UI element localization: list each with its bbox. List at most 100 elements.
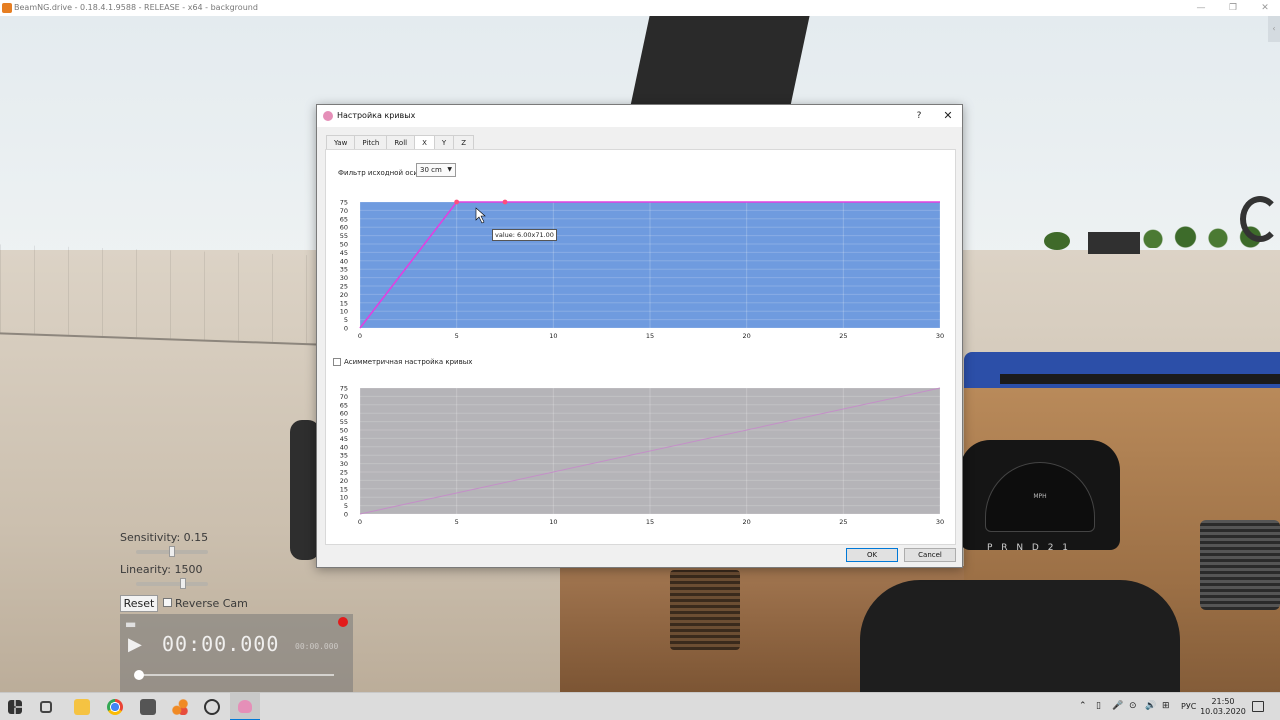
y-tick-label: 75 (340, 199, 348, 207)
linearity-slider-knob[interactable] (180, 578, 186, 589)
y-tick-label: 65 (340, 215, 348, 223)
battery-icon[interactable]: ▯ (1096, 701, 1101, 711)
replay-timeline[interactable] (138, 674, 334, 676)
game-window-title: BeamNG.drive - 0.18.4.1.9588 - RELEASE -… (14, 3, 258, 12)
app-icon-5[interactable] (172, 699, 188, 715)
control-point (454, 199, 460, 205)
location-icon[interactable]: ⊙ (1129, 701, 1137, 711)
y-tick-label: 35 (340, 452, 348, 460)
opentrack-icon (238, 700, 252, 713)
y-tick-label: 0 (344, 325, 348, 333)
app-icon-4[interactable] (140, 699, 156, 715)
opentrack-app-icon[interactable] (230, 693, 260, 720)
app-icon (323, 111, 333, 121)
y-tick-label: 0 (344, 511, 348, 519)
windows-start-icon[interactable] (8, 700, 22, 714)
taskbar: ⌃ ▯ 🎤 ⊙ 🔊 ⊞ РУС 21:50 10.03.2020 (0, 692, 1280, 720)
sensitivity-slider-knob[interactable] (169, 546, 175, 557)
y-tick-label: 35 (340, 266, 348, 274)
volume-icon[interactable]: 🔊 (1145, 701, 1156, 711)
windshield-pillar (630, 16, 810, 106)
y-tick-label: 15 (340, 485, 348, 493)
chrome-icon[interactable] (107, 699, 123, 715)
y-tick-label: 75 (340, 385, 348, 393)
replay-widget: ▬ ▶ 00:00.000 00:00.000 (120, 614, 353, 694)
replay-timeline-knob[interactable] (134, 670, 144, 680)
y-tick-label: 25 (340, 283, 348, 291)
main-curve-chart[interactable]: 0510152025303540455055606570750 5 10 15 20 25… (326, 194, 957, 344)
microphone-icon[interactable]: 🎤 (1112, 701, 1123, 711)
language-indicator[interactable]: РУС (1181, 702, 1196, 711)
tab-y[interactable]: Y (433, 135, 455, 150)
reset-button[interactable]: Reset (120, 595, 158, 612)
task-view-icon[interactable] (40, 701, 52, 713)
reverse-cam-label: Reverse Cam (175, 597, 248, 610)
tab-pitch[interactable]: Pitch (354, 135, 388, 150)
air-vent (1200, 520, 1280, 610)
tab-roll[interactable]: Roll (386, 135, 416, 150)
reverse-cam-checkbox[interactable] (163, 598, 172, 607)
cancel-button[interactable]: Cancel (904, 548, 956, 562)
y-tick-label: 20 (340, 291, 348, 299)
network-icon[interactable]: ⊞ (1162, 701, 1170, 711)
replay-time: 00:00.000 (162, 632, 280, 656)
asymmetric-checkbox[interactable] (333, 358, 341, 366)
clock[interactable]: 21:50 10.03.2020 (1200, 697, 1246, 717)
x-tick-label: 0 (358, 332, 362, 340)
ok-button[interactable]: OK (846, 548, 898, 562)
replay-total-time: 00:00.000 (295, 642, 339, 651)
console-vent (670, 570, 740, 650)
y-tick-label: 60 (340, 410, 348, 418)
y-tick-label: 30 (340, 460, 348, 468)
app-icon-6[interactable] (204, 699, 220, 715)
tree (1044, 232, 1070, 250)
concrete-wall (0, 244, 320, 346)
value-tooltip: value: 6.00x71.00 (492, 229, 557, 241)
notification-icon[interactable] (1252, 701, 1264, 712)
y-tick-label: 70 (340, 393, 348, 401)
clock-date: 10.03.2020 (1200, 707, 1246, 716)
tray-chevron-icon[interactable]: ⌃ (1079, 701, 1087, 711)
close-icon[interactable]: ✕ (1250, 0, 1280, 16)
play-icon[interactable]: ▶ (128, 634, 142, 655)
steering-wheel (860, 580, 1180, 700)
tab-yaw[interactable]: Yaw (326, 135, 356, 150)
y-tick-label: 10 (340, 494, 348, 502)
y-tick-label: 20 (340, 477, 348, 485)
y-tick-label: 5 (344, 502, 348, 510)
x-tick-label: 30 (936, 332, 944, 340)
axis-tabs: Yaw Pitch Roll X Y Z (326, 135, 474, 151)
tab-z[interactable]: Z (453, 135, 474, 150)
sensitivity-label: Sensitivity: 0.15 (120, 531, 209, 544)
folder-icon[interactable]: ▬ (125, 617, 136, 631)
x-tick-label: 10 (549, 518, 557, 526)
filter-dropdown[interactable]: 30 cm ▼ (416, 163, 456, 177)
loop-structure (1240, 196, 1280, 242)
sensitivity-slider[interactable] (136, 546, 208, 557)
y-tick-label: 70 (340, 207, 348, 215)
linearity-label: Linearity: 1500 (120, 563, 203, 576)
y-tick-label: 30 (340, 274, 348, 282)
beamng-logo-icon (2, 3, 12, 13)
help-button[interactable]: ? (911, 105, 927, 127)
y-tick-label: 60 (340, 224, 348, 232)
side-panel-toggle-icon[interactable]: ‹ (1268, 16, 1280, 42)
y-tick-label: 15 (340, 299, 348, 307)
linearity-slider[interactable] (136, 578, 208, 589)
secondary-curve-chart[interactable]: 0510152025303540455055606570750 5 10 15 20 25… (326, 380, 957, 530)
filter-label: Фильтр исходной оси (338, 169, 418, 177)
file-explorer-icon[interactable] (74, 699, 90, 715)
record-icon[interactable] (338, 617, 348, 627)
restore-icon[interactable]: ❐ (1218, 0, 1248, 16)
dialog-close-button[interactable]: ✕ (939, 105, 957, 127)
y-tick-label: 50 (340, 241, 348, 249)
y-tick-label: 40 (340, 257, 348, 265)
building (1088, 232, 1140, 254)
minimize-icon[interactable]: — (1186, 0, 1216, 16)
x-tick-label: 15 (646, 518, 654, 526)
speed-unit-label: MPH (1033, 493, 1047, 500)
x-tick-label: 25 (839, 518, 847, 526)
x-tick-label: 20 (743, 518, 751, 526)
x-tick-label: 0 (358, 518, 362, 526)
wiper-blade (1000, 374, 1280, 384)
